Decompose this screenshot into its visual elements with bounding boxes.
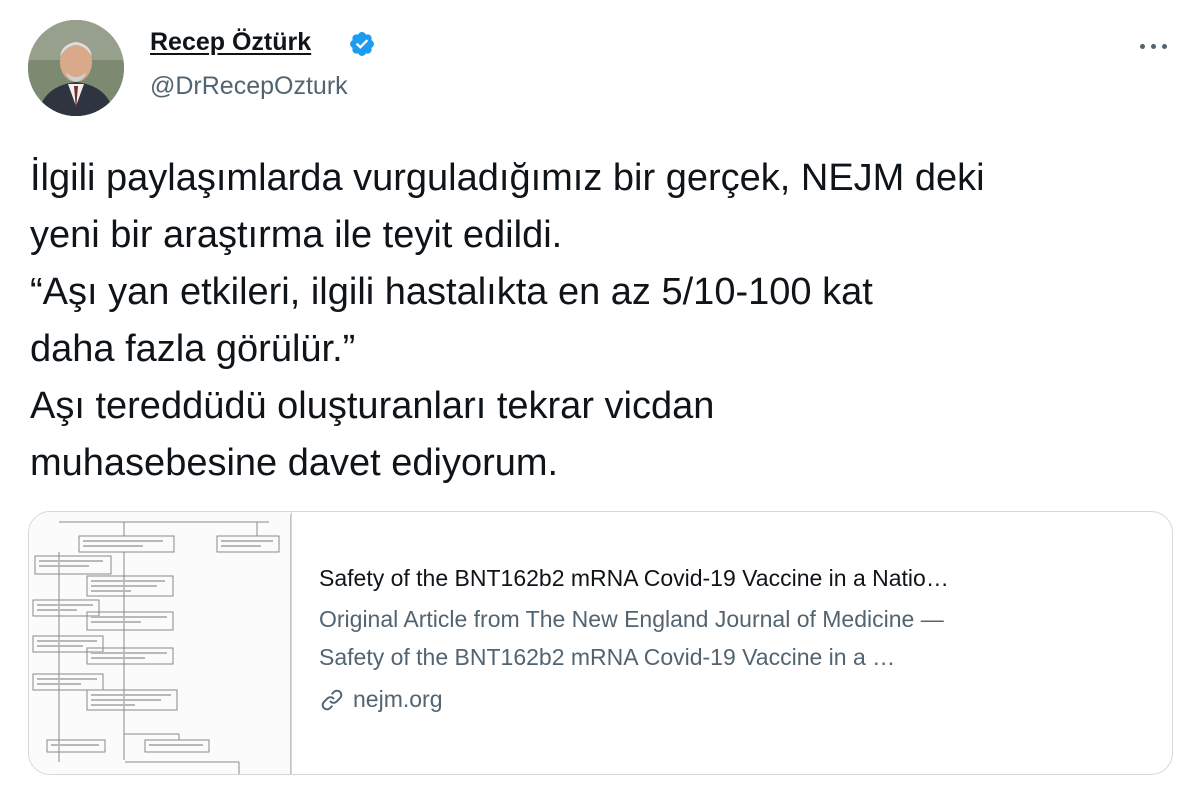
- card-description: Original Article from The New England Jo…: [319, 600, 1149, 676]
- tweet-line: Aşı tereddüdü oluşturanları tekrar vicda…: [30, 385, 715, 427]
- card-domain: nejm.org: [319, 686, 1149, 713]
- link-icon: [321, 689, 343, 710]
- tweet-line: “Aşı yan etkileri, ilgili hastalıkta en …: [30, 271, 873, 313]
- author-name[interactable]: Recep Öztürk: [150, 28, 311, 57]
- avatar[interactable]: [28, 20, 124, 116]
- card-body: Safety of the BNT162b2 mRNA Covid-19 Vac…: [319, 560, 1149, 713]
- author-handle[interactable]: @DrRecepOzturk: [150, 72, 348, 101]
- tweet-line: daha fazla görülür.”: [30, 328, 356, 370]
- flowchart-thumbnail: [29, 512, 292, 774]
- tweet-line: yeni bir araştırma ile teyit edildi.: [30, 214, 563, 256]
- card-description-line: Original Article from The New England Jo…: [319, 606, 944, 632]
- link-preview-card[interactable]: Safety of the BNT162b2 mRNA Covid-19 Vac…: [28, 511, 1173, 775]
- card-title: Safety of the BNT162b2 mRNA Covid-19 Vac…: [319, 565, 949, 591]
- verified-badge-icon: [350, 32, 374, 56]
- tweet-line: İlgili paylaşımlarda vurguladığımız bir …: [30, 157, 985, 199]
- card-domain-text: nejm.org: [353, 686, 443, 712]
- tweet-text: İlgili paylaşımlarda vurguladığımız bir …: [30, 150, 1180, 492]
- tweet-line: muhasebesine davet ediyorum.: [30, 442, 559, 484]
- card-description-line: Safety of the BNT162b2 mRNA Covid-19 Vac…: [319, 644, 896, 670]
- more-options-icon[interactable]: [1138, 38, 1170, 54]
